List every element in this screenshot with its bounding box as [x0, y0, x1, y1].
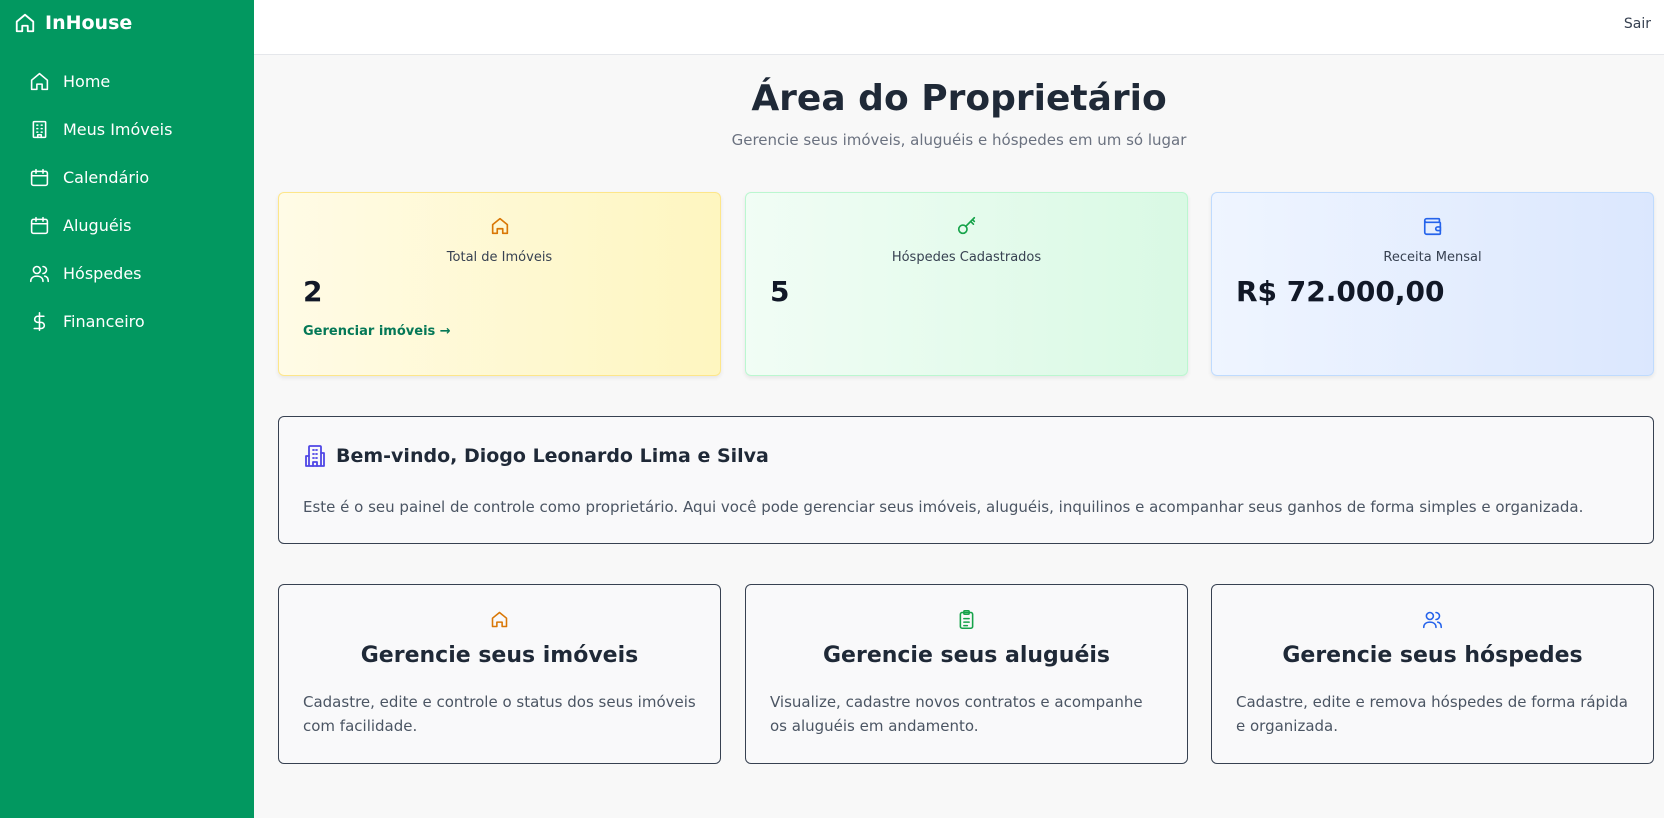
stat-card-imoveis: Total de Imóveis 2 Gerenciar imóveis →: [278, 192, 721, 376]
brand[interactable]: InHouse: [0, 0, 254, 46]
manage-properties-link[interactable]: Gerenciar imóveis →: [279, 324, 720, 339]
feature-description: Cadastre, edite e remova hóspedes de for…: [1236, 693, 1628, 735]
sidebar-item-home[interactable]: Home: [0, 57, 254, 105]
stat-value: 2: [303, 275, 323, 308]
stat-card-receita: Receita Mensal R$ 72.000,00: [1211, 192, 1654, 376]
sidebar: InHouse Home Meus Imóveis Calendário Alu…: [0, 0, 254, 818]
home-icon: [491, 217, 508, 235]
sidebar-item-meus-imoveis[interactable]: Meus Imóveis: [0, 105, 254, 153]
welcome-text: Este é o seu painel de controle como pro…: [303, 498, 1584, 516]
stat-value: 5: [770, 275, 790, 308]
brand-name: InHouse: [45, 12, 133, 34]
stat-card-hospedes: Hóspedes Cadastrados 5: [745, 192, 1188, 376]
building-icon: [305, 445, 325, 467]
dollar-icon: [33, 311, 46, 331]
feature-description: Cadastre, edite e controle o status dos …: [303, 693, 696, 735]
stat-label: Total de Imóveis: [446, 250, 553, 265]
sidebar-item-label: Calendário: [63, 167, 150, 187]
wallet-icon: [1423, 217, 1441, 236]
home-icon: [491, 611, 508, 628]
clipboard-icon: [959, 609, 974, 630]
sidebar-item-label: Aluguéis: [63, 215, 132, 235]
welcome-panel: Bem-vindo, Diogo Leonardo Lima e Silva E…: [278, 416, 1654, 544]
calendar-icon: [30, 216, 49, 234]
stat-value: R$ 72.000,00: [1236, 275, 1445, 308]
welcome-title: Bem-vindo, Diogo Leonardo Lima e Silva: [336, 445, 769, 467]
logout-button[interactable]: Sair: [1624, 16, 1651, 32]
feature-title: Gerencie seus hóspedes: [1282, 643, 1583, 668]
sidebar-item-alugueis[interactable]: Aluguéis: [0, 201, 254, 249]
sidebar-item-label: Financeiro: [63, 311, 145, 331]
users-icon: [1422, 611, 1443, 629]
sidebar-nav: Home Meus Imóveis Calendário Aluguéis Hó…: [0, 57, 254, 345]
home-icon: [30, 72, 49, 90]
sidebar-item-label: Hóspedes: [63, 263, 142, 283]
feature-card-hospedes[interactable]: Gerencie seus hóspedes Cadastre, edite e…: [1211, 584, 1654, 764]
building-icon: [32, 120, 47, 138]
sidebar-item-label: Home: [63, 71, 111, 91]
feature-card-imoveis[interactable]: Gerencie seus imóveis Cadastre, edite e …: [278, 584, 721, 764]
sidebar-item-financeiro[interactable]: Financeiro: [0, 297, 254, 345]
sidebar-item-calendario[interactable]: Calendário: [0, 153, 254, 201]
stat-label: Hóspedes Cadastrados: [891, 250, 1042, 265]
page-title: Área do Proprietário: [751, 78, 1167, 119]
topbar: Sair: [254, 0, 1664, 55]
feature-title: Gerencie seus imóveis: [360, 643, 639, 668]
welcome-heading: Bem-vindo, Diogo Leonardo Lima e Silva: [303, 444, 769, 468]
sidebar-item-label: Meus Imóveis: [63, 119, 173, 139]
feature-description: Visualize, cadastre novos contratos e ac…: [770, 693, 1143, 735]
feature-title: Gerencie seus aluguéis: [822, 643, 1111, 668]
page-subtitle: Gerencie seus imóveis, aluguéis e hósped…: [731, 131, 1187, 149]
key-icon: [957, 216, 975, 235]
home-icon: [15, 13, 35, 33]
users-icon: [29, 265, 50, 282]
sidebar-item-hospedes[interactable]: Hóspedes: [0, 249, 254, 297]
stat-label: Receita Mensal: [1383, 250, 1482, 265]
feature-card-alugueis[interactable]: Gerencie seus aluguéis Visualize, cadast…: [745, 584, 1188, 764]
calendar-icon: [30, 168, 49, 186]
